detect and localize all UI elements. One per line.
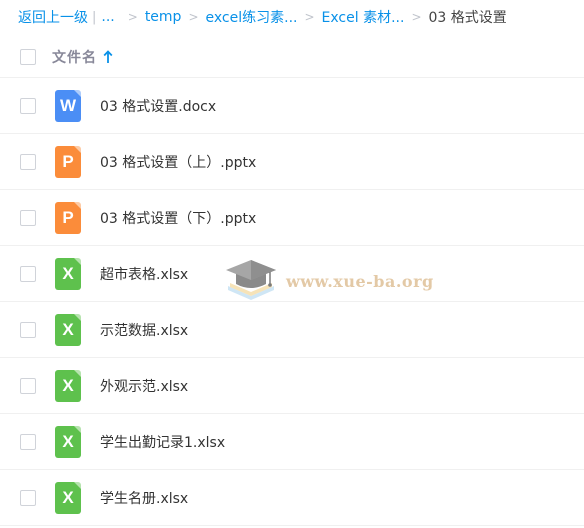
breadcrumb-ellipsis[interactable]: ... — [101, 9, 114, 25]
file-row[interactable]: X 学生出勤记录1.xlsx — [0, 414, 584, 470]
file-name[interactable]: 03 格式设置（下）.pptx — [100, 208, 256, 228]
file-name[interactable]: 超市表格.xlsx — [100, 264, 188, 284]
breadcrumb-arrow-icon: > — [127, 10, 138, 24]
select-all-checkbox[interactable] — [20, 48, 36, 65]
breadcrumb-separator: | — [92, 9, 97, 25]
ppt-file-icon: P — [55, 201, 81, 234]
breadcrumb-arrow-icon: > — [304, 10, 315, 24]
file-name[interactable]: 外观示范.xlsx — [100, 376, 188, 396]
file-row[interactable]: X 外观示范.xlsx — [0, 358, 584, 414]
file-list: W 03 格式设置.docx P 03 格式设置（上）.pptx P 03 格式… — [0, 78, 584, 526]
file-name[interactable]: 03 格式设置（上）.pptx — [100, 152, 256, 172]
file-row[interactable]: X 示范数据.xlsx — [0, 302, 584, 358]
file-checkbox[interactable] — [20, 265, 36, 282]
file-row[interactable]: X 超市表格.xlsx — [0, 246, 584, 302]
file-checkbox[interactable] — [20, 377, 36, 394]
breadcrumb-arrow-icon: > — [188, 10, 199, 24]
breadcrumb-current: 03 格式设置 — [428, 10, 507, 26]
file-name[interactable]: 学生出勤记录1.xlsx — [100, 432, 225, 452]
breadcrumb-item-excel-materials[interactable]: Excel 素材... — [322, 7, 405, 27]
arrow-up-icon[interactable] — [103, 49, 113, 64]
file-name[interactable]: 示范数据.xlsx — [100, 320, 188, 340]
word-file-icon: W — [55, 89, 81, 122]
file-checkbox[interactable] — [20, 209, 36, 226]
file-list-header: 文件名 — [0, 36, 584, 78]
ppt-file-icon: P — [55, 145, 81, 178]
excel-file-icon: X — [55, 425, 81, 458]
breadcrumb-arrow-icon: > — [411, 10, 422, 24]
back-link[interactable]: 返回上一级 — [18, 7, 88, 27]
file-name[interactable]: 学生名册.xlsx — [100, 488, 188, 508]
file-checkbox[interactable] — [20, 97, 36, 114]
file-row[interactable]: P 03 格式设置（上）.pptx — [0, 134, 584, 190]
breadcrumb-item-excel-practice[interactable]: excel练习素... — [206, 7, 298, 27]
file-row[interactable]: P 03 格式设置（下）.pptx — [0, 190, 584, 246]
breadcrumb-item-temp[interactable]: temp — [145, 9, 182, 25]
file-name[interactable]: 03 格式设置.docx — [100, 96, 216, 116]
excel-file-icon: X — [55, 313, 81, 346]
file-checkbox[interactable] — [20, 489, 36, 506]
file-checkbox[interactable] — [20, 153, 36, 170]
excel-file-icon: X — [55, 257, 81, 290]
file-checkbox[interactable] — [20, 321, 36, 338]
file-row[interactable]: W 03 格式设置.docx — [0, 78, 584, 134]
excel-file-icon: X — [55, 481, 81, 514]
breadcrumb: 返回上一级 | ... > temp > excel练习素... > Excel… — [18, 6, 507, 28]
excel-file-icon: X — [55, 369, 81, 402]
file-row[interactable]: X 学生名册.xlsx — [0, 470, 584, 526]
file-checkbox[interactable] — [20, 433, 36, 450]
column-header-filename[interactable]: 文件名 — [52, 47, 97, 67]
